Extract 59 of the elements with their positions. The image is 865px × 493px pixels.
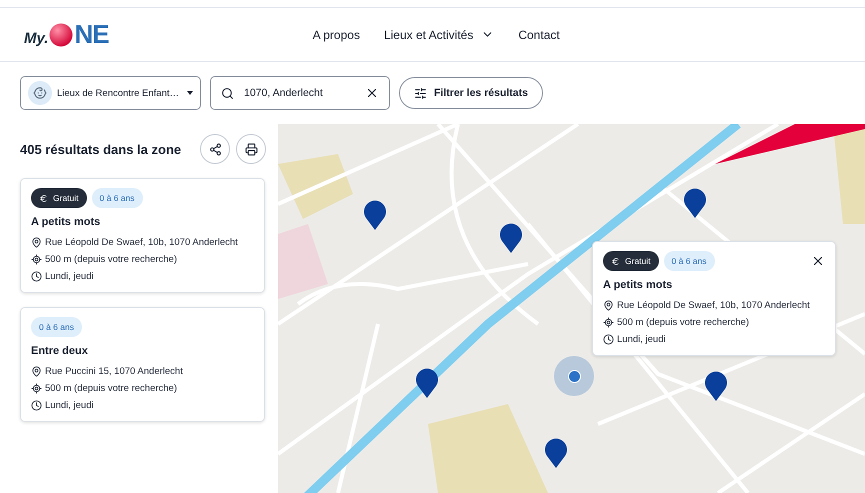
nav-link[interactable]: Lieux et Activités: [384, 28, 494, 42]
result-card[interactable]: 0 à 6 ans Entre deux Rue Puccini 15, 1070 Anderlecht 500 m (depuis votre recherche) Lundi, jeudi: [20, 307, 265, 422]
search-icon: [221, 86, 234, 100]
place-name: A petits mots: [603, 279, 674, 291]
address-text: Rue Léopold De Swaef, 10b, 1070 Anderlecht: [603, 300, 825, 311]
clock-icon: [31, 400, 42, 411]
pin-icon: [31, 237, 42, 248]
map-marker[interactable]: [705, 371, 727, 401]
logo[interactable]: My. NE: [24, 19, 109, 50]
current-location-marker: [554, 356, 594, 396]
place-name: A petits mots: [31, 216, 102, 228]
filter-button[interactable]: Filtrer les résultats: [399, 77, 543, 109]
place-name: Entre deux: [31, 345, 89, 357]
euro-icon: [611, 256, 620, 266]
clock-icon: [31, 271, 42, 282]
nav-link[interactable]: Contact: [518, 28, 560, 42]
logo-ball-icon: [49, 22, 74, 46]
child-avatar-icon: [28, 81, 52, 105]
share-button[interactable]: [200, 134, 230, 164]
schedule-text: Lundi, jeudi: [31, 271, 254, 282]
clock-icon: [603, 334, 614, 345]
nav-link[interactable]: A propos: [312, 28, 360, 42]
results-title: 405 résultats dans la zone: [20, 142, 182, 156]
printer-icon: [244, 142, 258, 156]
price-tag: Gratuit: [31, 188, 87, 208]
schedule-text: Lundi, jeudi: [603, 334, 825, 345]
distance-text: 500 m (depuis votre recherche): [31, 383, 254, 394]
sliders-icon: [414, 86, 427, 100]
age-tag: 0 à 6 ans: [31, 317, 82, 337]
search-input[interactable]: 1070, Anderlecht: [242, 86, 357, 100]
map-marker[interactable]: [364, 200, 386, 230]
schedule-text: Lundi, jeudi: [31, 400, 254, 411]
distance-text: 500 m (depuis votre recherche): [603, 317, 825, 328]
map[interactable]: Gratuit 0 à 6 ans A petits mots Rue Léopold De Swaef, 10b, 1070 Anderlecht 500 m (depuis votre recherche) Lundi, jeudi: [278, 124, 865, 493]
map-marker[interactable]: [416, 368, 438, 398]
map-marker[interactable]: [684, 188, 706, 218]
address-text: Rue Puccini 15, 1070 Anderlecht: [31, 366, 254, 377]
close-icon: [811, 254, 825, 268]
target-icon: [31, 254, 42, 265]
print-button[interactable]: [236, 134, 266, 164]
close-button[interactable]: [811, 254, 825, 268]
age-tag: 0 à 6 ans: [92, 188, 142, 208]
euro-icon: [39, 194, 48, 202]
pin-icon: [603, 300, 614, 311]
pin-icon: [31, 366, 42, 377]
clear-icon: [365, 86, 379, 100]
category-dropdown[interactable]: Lieux de Rencontre Enfant…: [20, 76, 201, 110]
caret-icon: [187, 91, 193, 95]
target-icon: [31, 383, 42, 394]
share-icon: [208, 142, 222, 156]
distance-text: 500 m (depuis votre recherche): [31, 254, 254, 265]
target-icon: [603, 317, 614, 328]
map-marker[interactable]: [500, 223, 522, 253]
age-tag: 0 à 6 ans: [664, 251, 714, 271]
search-field[interactable]: 1070, Anderlecht: [210, 76, 390, 110]
price-tag: Gratuit: [603, 251, 659, 271]
result-card[interactable]: Gratuit 0 à 6 ans A petits mots Rue Léopold De Swaef, 10b, 1070 Anderlecht 500 m (depuis votre recherche) Lundi, jeudi: [20, 178, 265, 293]
map-marker[interactable]: [545, 438, 567, 468]
address-text: Rue Léopold De Swaef, 10b, 1070 Anderlecht: [31, 237, 254, 248]
